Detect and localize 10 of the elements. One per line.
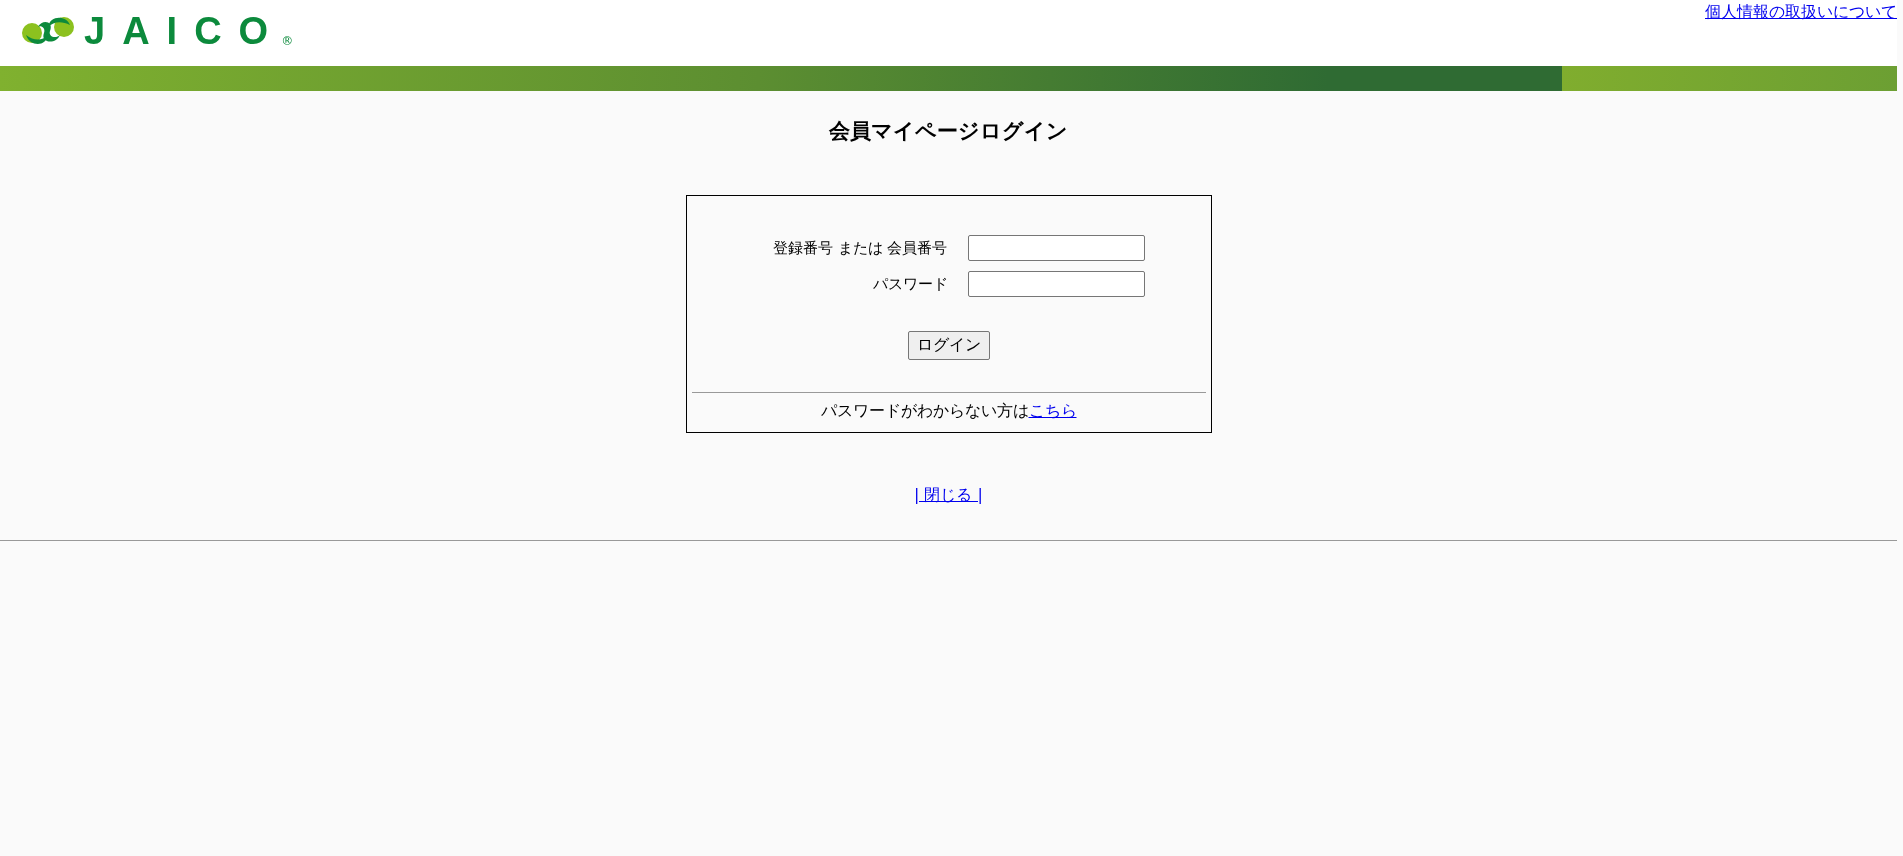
input-field[interactable] (967, 271, 1145, 297)
field-label: パスワード (871, 274, 948, 294)
help-text: パスワードがわからない方はこちら (819, 401, 1078, 422)
privacy-link[interactable]: 個人情報の取扱いについて (1705, 2, 1897, 23)
help-link[interactable]: こちら (1028, 401, 1077, 420)
input-field[interactable] (967, 235, 1145, 261)
page-title: 会員マイページログイン (828, 118, 1069, 145)
login-button[interactable]: ログイン (907, 331, 990, 360)
close-link[interactable]: | 閉じる | (914, 485, 983, 504)
field-label: 登録番号 または 会員番号 (771, 238, 948, 258)
